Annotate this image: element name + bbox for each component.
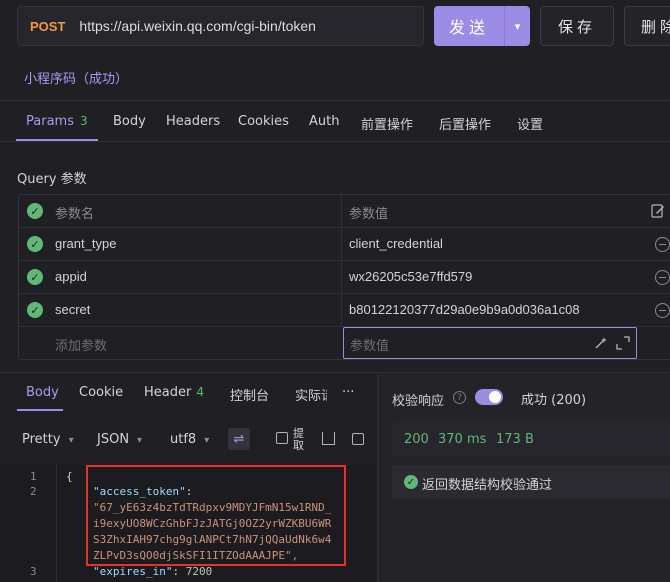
response-tab-cookie[interactable]: Cookie bbox=[79, 385, 123, 400]
table-header-row: ✓ 参数名 参数值 bbox=[19, 195, 670, 228]
validation-message: 返回数据结构校验通过 bbox=[422, 478, 553, 493]
download-icon[interactable] bbox=[322, 432, 335, 445]
tab-count-badge: 4 bbox=[196, 385, 204, 399]
chevron-down-icon: ▾ bbox=[137, 435, 143, 446]
new-param-key-input[interactable]: 添加参数 bbox=[55, 335, 107, 354]
divider bbox=[0, 141, 670, 142]
url-input[interactable]: https://api.weixin.qq.com/cgi-bin/token bbox=[79, 18, 316, 34]
pretty-label: Pretty bbox=[22, 432, 61, 447]
column-divider bbox=[341, 228, 342, 260]
json-number-value: 7200 bbox=[185, 565, 213, 578]
response-time: 370 ms bbox=[438, 432, 487, 447]
column-divider bbox=[341, 294, 342, 326]
pretty-selector[interactable]: Pretty ▾ bbox=[22, 432, 74, 447]
response-tab-body[interactable]: Body bbox=[26, 385, 59, 400]
code-key: "expires_in": 7200 bbox=[93, 565, 212, 578]
table-row: ✓ appid wx26205c53e7ffd579 bbox=[19, 261, 670, 294]
param-value[interactable]: client_credential bbox=[349, 236, 443, 251]
format-label: JSON bbox=[97, 432, 130, 447]
param-value[interactable]: b80122120377d29a0e9b9a0d036a1c08 bbox=[349, 302, 580, 317]
response-tab-actual-request[interactable]: 实际请 bbox=[295, 385, 327, 404]
tab-headers[interactable]: Headers bbox=[166, 114, 220, 129]
row-enabled-checkbox[interactable]: ✓ bbox=[27, 302, 43, 318]
row-enabled-checkbox[interactable]: ✓ bbox=[27, 269, 43, 285]
select-all-checkbox[interactable]: ✓ bbox=[27, 203, 43, 219]
request-title[interactable]: 小程序码（成功） bbox=[24, 68, 128, 87]
save-button[interactable]: 保存 bbox=[540, 6, 614, 46]
send-button[interactable]: 发送 ▾ bbox=[434, 6, 530, 46]
bulk-edit-icon[interactable] bbox=[651, 204, 665, 218]
gutter-divider bbox=[56, 465, 57, 582]
extract-icon bbox=[276, 432, 288, 444]
code-brace: { bbox=[66, 470, 73, 483]
help-icon[interactable]: ? bbox=[453, 391, 466, 404]
line-number: 2 bbox=[30, 485, 37, 498]
new-param-value-input[interactable]: 参数值 bbox=[343, 327, 637, 359]
status-code: 200 bbox=[404, 432, 429, 447]
column-divider bbox=[341, 195, 342, 227]
expand-icon[interactable] bbox=[616, 336, 630, 350]
chevron-down-icon: ▾ bbox=[68, 435, 74, 446]
send-button-label: 发送 bbox=[448, 18, 489, 37]
more-tabs-icon[interactable]: ··· bbox=[342, 385, 354, 400]
line-number: 3 bbox=[30, 565, 37, 578]
encoding-label: utf8 bbox=[170, 432, 197, 447]
url-bar[interactable]: POST https://api.weixin.qq.com/cgi-bin/t… bbox=[17, 6, 424, 46]
param-key[interactable]: grant_type bbox=[55, 236, 116, 251]
check-circle-icon: ✓ bbox=[404, 475, 418, 489]
active-tab-indicator bbox=[17, 409, 63, 411]
validate-toggle[interactable] bbox=[475, 389, 503, 405]
table-row: ✓ secret b80122120377d29a0e9b9a0d036a1c0… bbox=[19, 294, 670, 327]
http-method-selector[interactable]: POST bbox=[30, 19, 65, 34]
tab-pre-ops[interactable]: 前置操作 bbox=[361, 114, 413, 133]
column-header-value: 参数值 bbox=[349, 206, 389, 221]
copy-icon[interactable] bbox=[352, 433, 364, 445]
chevron-down-icon[interactable]: ▾ bbox=[504, 6, 530, 46]
tab-label: Header bbox=[144, 385, 192, 400]
format-selector[interactable]: JSON ▾ bbox=[97, 432, 142, 447]
response-size: 173 B bbox=[496, 432, 534, 447]
validation-status-selector[interactable]: 成功 (200) bbox=[521, 389, 586, 408]
param-key[interactable]: appid bbox=[55, 269, 87, 284]
magic-wand-icon[interactable] bbox=[594, 336, 608, 350]
word-wrap-icon[interactable]: ⇌ bbox=[228, 428, 250, 450]
value-placeholder: 参数值 bbox=[350, 339, 390, 354]
extract-label: 提取 bbox=[293, 427, 304, 452]
remove-row-icon[interactable] bbox=[655, 303, 670, 318]
remove-row-icon[interactable] bbox=[655, 237, 670, 252]
divider bbox=[0, 100, 670, 101]
json-colon: : bbox=[172, 565, 180, 578]
line-number: 1 bbox=[30, 470, 37, 483]
chevron-down-icon: ▾ bbox=[204, 435, 210, 446]
column-divider bbox=[341, 261, 342, 293]
tab-settings[interactable]: 设置 bbox=[517, 114, 543, 133]
param-value[interactable]: wx26205c53e7ffd579 bbox=[349, 269, 472, 284]
tab-post-ops[interactable]: 后置操作 bbox=[439, 114, 491, 133]
tab-auth[interactable]: Auth bbox=[309, 114, 339, 129]
param-key[interactable]: secret bbox=[55, 302, 90, 317]
table-row: ✓ grant_type client_credential bbox=[19, 228, 670, 261]
tab-count-badge: 3 bbox=[79, 114, 88, 128]
encoding-selector[interactable]: utf8 ▾ bbox=[170, 432, 209, 447]
json-key: "expires_in" bbox=[93, 565, 173, 578]
tab-body[interactable]: Body bbox=[113, 114, 146, 129]
delete-button[interactable]: 删除 bbox=[624, 6, 670, 46]
row-enabled-checkbox[interactable]: ✓ bbox=[27, 236, 43, 252]
annotation-highlight-box bbox=[86, 465, 346, 566]
response-tab-console[interactable]: 控制台 bbox=[230, 385, 269, 404]
remove-row-icon[interactable] bbox=[655, 270, 670, 285]
response-tab-header[interactable]: Header 4 bbox=[144, 385, 204, 400]
tab-cookies[interactable]: Cookies bbox=[238, 114, 289, 129]
table-row-new: 添加参数 参数值 bbox=[19, 327, 670, 360]
query-section-title: Query 参数 bbox=[17, 172, 87, 187]
column-header-key: 参数名 bbox=[55, 206, 95, 221]
tab-params[interactable]: Params 3 bbox=[26, 114, 88, 129]
validate-response-label: 校验响应 bbox=[392, 394, 445, 409]
params-table: ✓ 参数名 参数值 ✓ grant_type client_credential… bbox=[18, 194, 670, 360]
tab-label: Params bbox=[26, 114, 74, 129]
